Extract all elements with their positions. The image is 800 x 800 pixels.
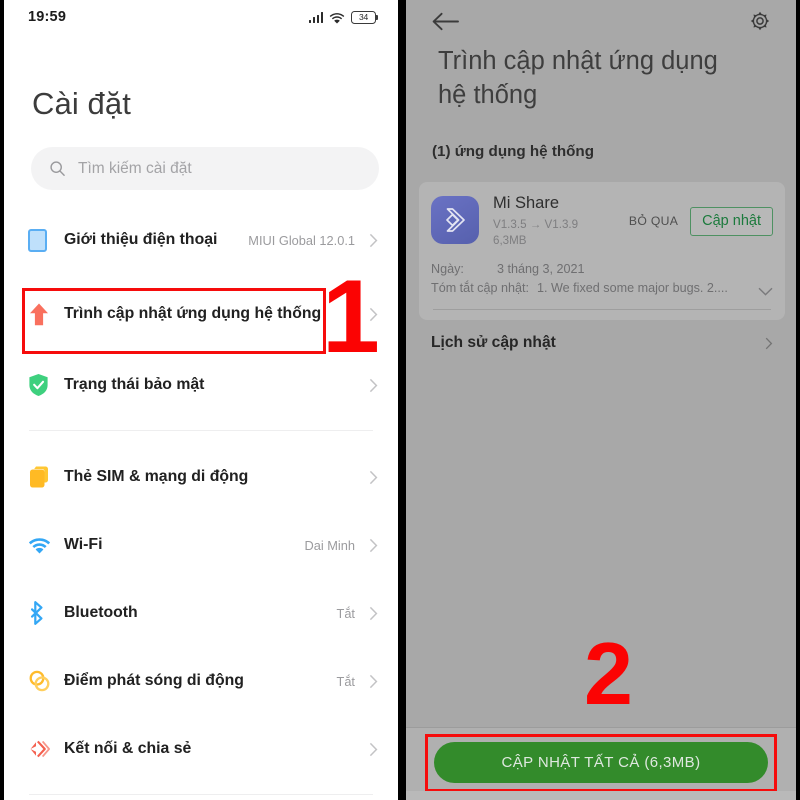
chevron-right-icon: [369, 378, 378, 392]
list-divider: [29, 794, 373, 795]
status-bar-icons: 34: [308, 10, 379, 24]
screenshot-root: 19:59 34 Cài đặt Tìm kiếm cài đặt Giới t…: [0, 0, 800, 800]
app-summary-line: Tóm tắt cập nhật: 1. We fixed some major…: [431, 279, 747, 298]
chevron-right-icon: [765, 337, 773, 349]
update-history-row[interactable]: Lịch sử cập nhật: [419, 322, 785, 364]
search-input[interactable]: Tìm kiếm cài đặt: [31, 147, 379, 190]
sidebar-item-label: Giới thiệu điện thoại: [64, 230, 218, 248]
update-button[interactable]: Cập nhật: [690, 206, 773, 236]
skip-button[interactable]: BỎ QUA: [629, 214, 678, 228]
hotspot-icon: [29, 670, 50, 692]
sidebar-item-label: Trạng thái bảo mật: [64, 375, 205, 393]
annotation-number-step-2: 2: [584, 624, 633, 723]
battery-icon: 34: [351, 10, 379, 24]
sidebar-item-value: MIUI Global 12.0.1: [248, 232, 355, 248]
gear-icon[interactable]: [750, 11, 770, 31]
sidebar-item-value: Tắt: [336, 605, 356, 621]
page-title: Cài đặt: [32, 86, 131, 121]
phone-info-icon: [28, 228, 47, 252]
app-version-change: V1.3.5 → V1.3.9: [493, 218, 579, 231]
chevron-right-icon: [369, 233, 378, 247]
chevron-right-icon: [369, 538, 378, 552]
wifi-icon: [28, 537, 51, 553]
system-app-updater-screen: Trình cập nhật ứng dụng hệ thống (1) ứng…: [406, 0, 796, 800]
sidebar-item-label: Bluetooth: [64, 603, 138, 621]
connection-share-icon: [30, 740, 50, 758]
app-download-size: 6,3MB: [493, 233, 527, 247]
app-top-bar: [406, 0, 796, 42]
search-placeholder: Tìm kiếm cài đặt: [78, 159, 192, 177]
status-bar: 19:59 34: [4, 0, 398, 34]
sidebar-item-label: Điểm phát sóng di động: [64, 671, 244, 689]
back-arrow-icon[interactable]: [432, 12, 459, 31]
sidebar-item-value: Tắt: [336, 673, 356, 689]
chevron-right-icon: [369, 674, 378, 688]
sidebar-item-connection-sharing[interactable]: Kết nối & chia sẻ: [4, 715, 398, 783]
update-history-label: Lịch sử cập nhật: [431, 334, 556, 351]
app-summary-value: 1. We fixed some major bugs. 2....: [537, 280, 728, 295]
signal-bars-icon: [308, 11, 323, 23]
app-date-key: Ngày:: [431, 261, 464, 276]
app-date-line: Ngày: 3 tháng 3, 2021: [431, 260, 747, 279]
page-title: Trình cập nhật ứng dụng hệ thống: [438, 47, 718, 110]
app-row: Mi Share V1.3.5 → V1.3.9 6,3MB BỎ QUA Cậ…: [431, 194, 773, 249]
sidebar-item-value: Dai Minh: [304, 537, 356, 553]
app-update-card: Mi Share V1.3.5 → V1.3.9 6,3MB BỎ QUA Cậ…: [419, 182, 785, 320]
system-updater-arrow-icon: [30, 303, 48, 325]
chevron-right-icon: [369, 742, 378, 756]
chevron-down-icon[interactable]: [758, 287, 773, 296]
app-name: Mi Share: [493, 194, 560, 212]
sidebar-item-label: Kết nối & chia sẻ: [64, 739, 192, 757]
sidebar-item-sim-mobile-network[interactable]: Thẻ SIM & mạng di động: [4, 443, 398, 511]
app-meta: Mi Share V1.3.5 → V1.3.9 6,3MB: [479, 194, 629, 249]
update-all-button[interactable]: CẬP NHẬT TẤT CẢ (6,3MB): [434, 742, 768, 783]
sidebar-item-mobile-hotspot[interactable]: Điểm phát sóng di động Tắt: [4, 647, 398, 715]
bluetooth-icon: [31, 601, 43, 625]
section-header: (1) ứng dụng hệ thống: [432, 143, 594, 160]
status-bar-clock: 19:59: [28, 9, 67, 25]
wifi-icon: [329, 12, 345, 23]
search-icon: [50, 161, 65, 176]
sidebar-item-label: Wi-Fi: [64, 535, 103, 553]
navigation-bar-strip: [406, 791, 796, 800]
chevron-right-icon: [369, 606, 378, 620]
sidebar-item-wifi[interactable]: Wi-Fi Dai Minh: [4, 511, 398, 579]
annotation-number-step-1: 1: [322, 259, 380, 375]
sim-card-icon: [30, 466, 48, 488]
app-summary-key: Tóm tắt cập nhật:: [431, 280, 530, 295]
settings-screen: 19:59 34 Cài đặt Tìm kiếm cài đặt Giới t…: [4, 0, 398, 800]
sidebar-item-label: Thẻ SIM & mạng di động: [64, 467, 249, 485]
list-divider: [29, 430, 373, 431]
app-detail: Ngày: 3 tháng 3, 2021 Tóm tắt cập nhật: …: [431, 260, 773, 298]
app-date-value: 3 tháng 3, 2021: [497, 261, 585, 276]
sidebar-item-label: Trình cập nhật ứng dụng hệ thống: [64, 304, 322, 322]
security-shield-icon: [29, 374, 48, 396]
card-separator: [433, 308, 771, 310]
mi-share-app-icon: [431, 196, 479, 244]
sidebar-item-bluetooth[interactable]: Bluetooth Tắt: [4, 579, 398, 647]
chevron-right-icon: [369, 470, 378, 484]
battery-level-text: 34: [358, 11, 369, 22]
